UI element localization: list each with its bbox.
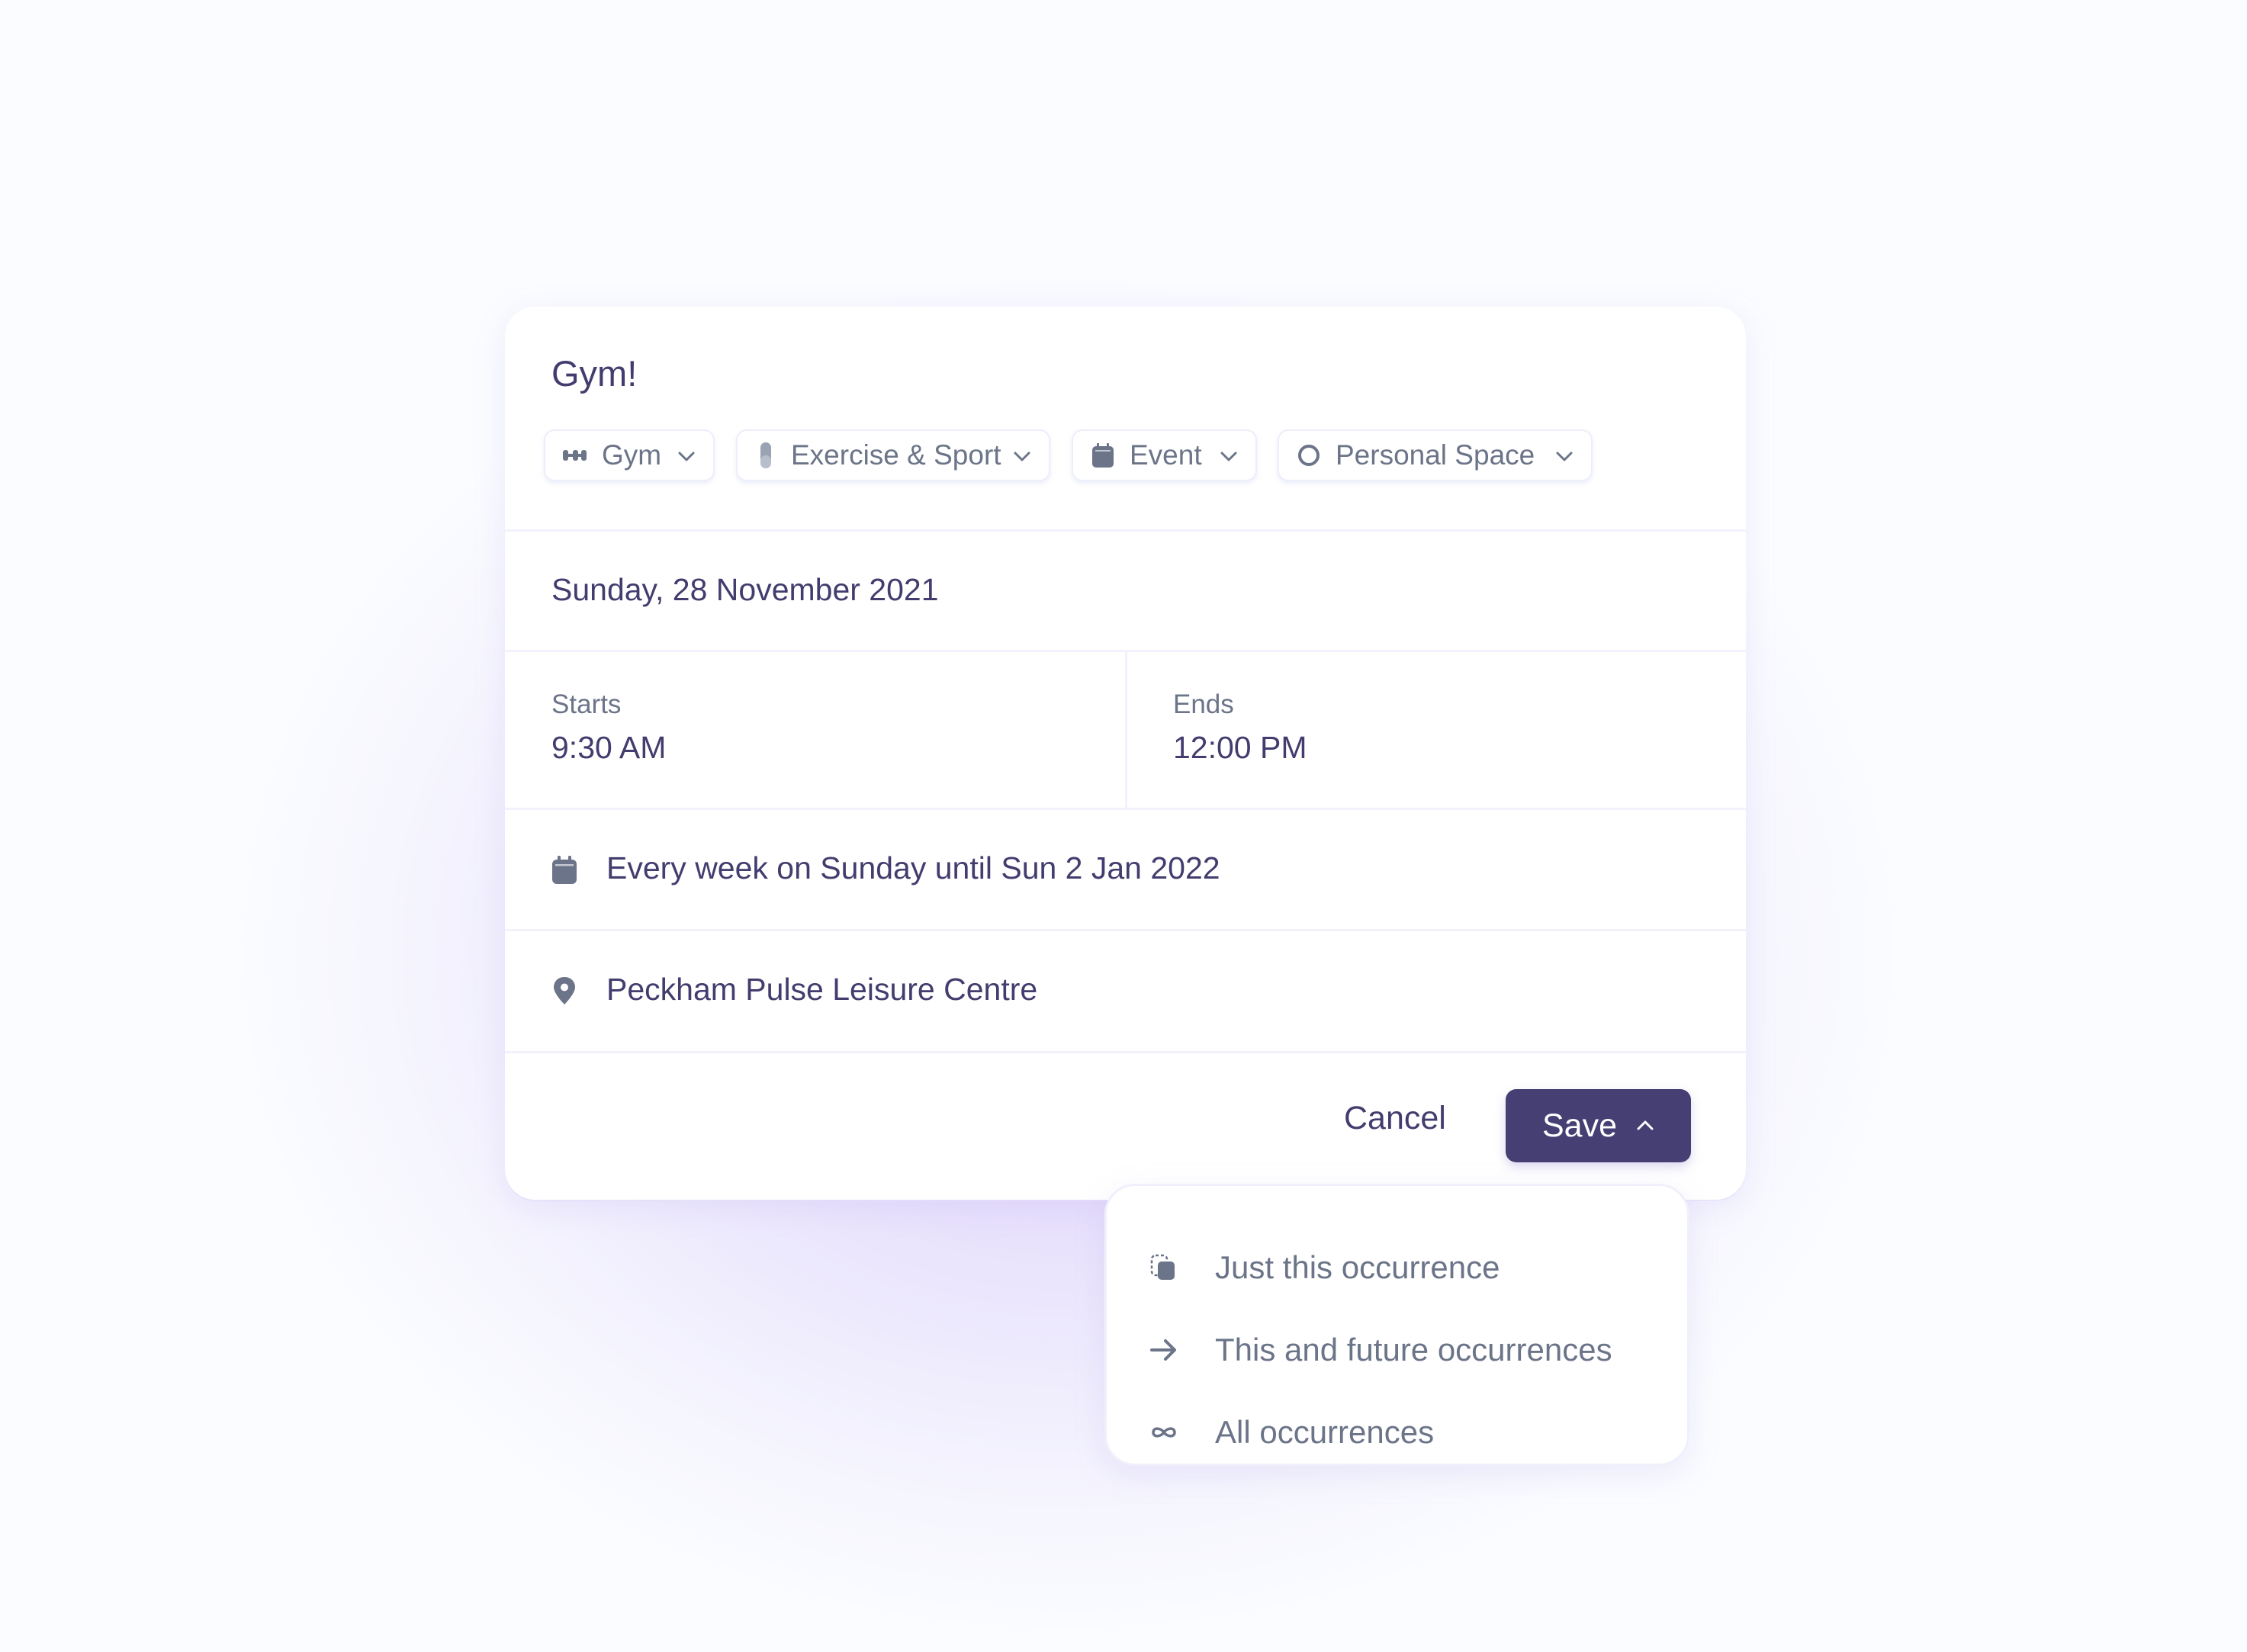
save-button[interactable]: Save [1506, 1089, 1691, 1162]
divider [505, 1051, 1746, 1053]
chevron-down-icon [1220, 452, 1237, 461]
event-title[interactable]: Gym! [551, 352, 637, 394]
calendar-icon [552, 856, 577, 884]
chevron-down-icon [1014, 452, 1030, 461]
calendar-icon [1090, 442, 1116, 468]
save-options-menu: Just this occurrence This and future occ… [1104, 1184, 1689, 1466]
menu-item-all[interactable]: All occurrences [1107, 1394, 1687, 1470]
chevron-down-icon [678, 452, 695, 461]
circle-icon [1296, 442, 1322, 468]
column-divider [1125, 651, 1127, 808]
chevron-down-icon [1556, 452, 1573, 461]
ends-time[interactable]: 12:00 PM [1173, 730, 1307, 766]
tag-chip-gym[interactable]: Gym [544, 429, 715, 481]
starts-label: Starts [551, 689, 622, 719]
event-location[interactable]: Peckham Pulse Leisure Centre [606, 972, 1037, 1008]
starts-time[interactable]: 9:30 AM [551, 730, 666, 766]
tag-chip-label: Gym [602, 439, 662, 471]
menu-item-this-and-future[interactable]: This and future occurrences [1107, 1312, 1687, 1388]
divider [505, 929, 1746, 931]
arrow-right-icon [1150, 1339, 1176, 1361]
tag-chip-space[interactable]: Personal Space [1278, 429, 1593, 481]
chevron-up-icon [1637, 1120, 1654, 1130]
divider [505, 808, 1746, 810]
tag-chip-label: Personal Space [1336, 439, 1535, 471]
cancel-button[interactable]: Cancel [1344, 1100, 1446, 1137]
location-pin-icon [554, 977, 575, 1004]
event-date[interactable]: Sunday, 28 November 2021 [551, 572, 939, 608]
menu-item-label: This and future occurrences [1215, 1332, 1612, 1368]
dumbbell-icon [562, 442, 588, 468]
tag-chip-type[interactable]: Event [1072, 429, 1257, 481]
event-editor-card: Gym! Gym Exercise & Sport Event Personal… [505, 307, 1746, 1200]
tag-chip-category[interactable]: Exercise & Sport [736, 429, 1050, 481]
recurrence-rule[interactable]: Every week on Sunday until Sun 2 Jan 202… [606, 850, 1220, 886]
ends-label: Ends [1173, 689, 1234, 719]
menu-item-just-this[interactable]: Just this occurrence [1107, 1229, 1687, 1306]
save-button-label: Save [1542, 1107, 1618, 1144]
color-pill-icon [760, 442, 771, 468]
tag-chip-label: Exercise & Sport [791, 439, 1001, 471]
single-occurrence-icon [1150, 1254, 1175, 1280]
infinity-icon [1152, 1427, 1176, 1438]
tag-chip-label: Event [1130, 439, 1202, 471]
menu-item-label: All occurrences [1215, 1414, 1435, 1450]
menu-item-label: Just this occurrence [1215, 1249, 1500, 1285]
divider [505, 529, 1746, 532]
